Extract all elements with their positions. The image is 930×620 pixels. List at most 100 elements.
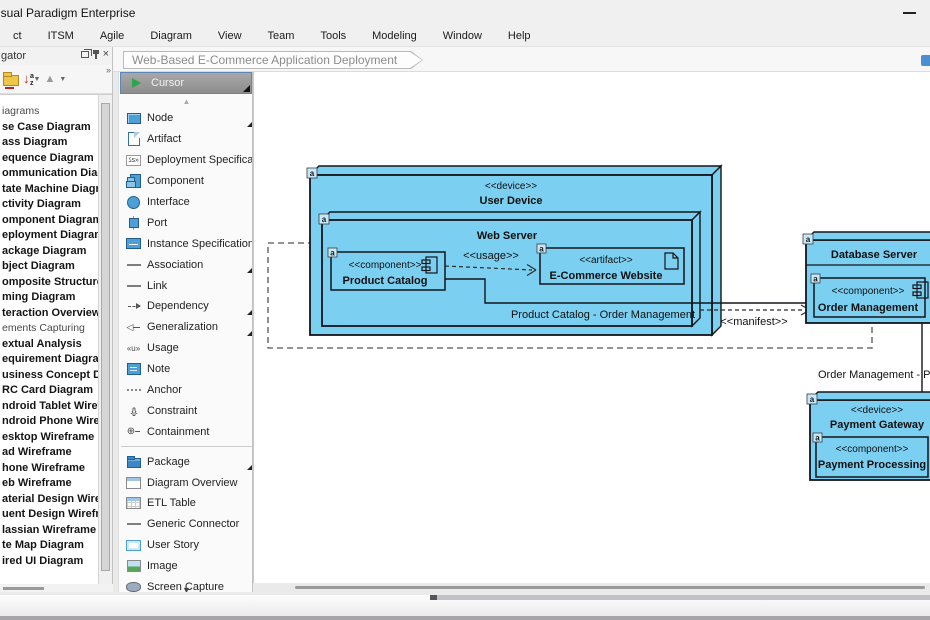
tab-strip-icon[interactable] — [921, 55, 930, 66]
canvas-horizontal-scrollbar[interactable] — [295, 586, 925, 589]
palette-tool[interactable]: Artifact — [119, 129, 253, 150]
palette-tool[interactable]: Dependency — [119, 296, 253, 317]
palette-tool[interactable]: Generic Connector — [119, 514, 253, 535]
cursor-icon — [129, 76, 144, 90]
diagram-type-item[interactable]: aterial Design Wireframe — [0, 492, 99, 508]
diagram-type-item[interactable]: ired UI Diagram — [0, 554, 99, 570]
menu-item[interactable]: Agile — [87, 30, 137, 42]
collapse-dropdown-icon[interactable]: ▼ — [59, 76, 66, 83]
svg-text:<<component>>: <<component>> — [349, 260, 422, 271]
palette-tool[interactable]: Usage — [119, 338, 253, 359]
tool-label: Package — [147, 456, 190, 468]
palette-tool[interactable]: User Story — [119, 535, 253, 556]
palette-tool[interactable]: Component — [119, 171, 253, 192]
diagram-type-item[interactable]: ndroid Phone Wireframe — [0, 414, 99, 430]
diagram-type-item[interactable]: ommunication Diagram — [0, 166, 99, 182]
menu-item[interactable]: ITSM — [35, 30, 87, 42]
palette-tool[interactable]: Package — [119, 451, 253, 472]
palette-tool[interactable]: Association — [119, 254, 253, 275]
collapse-icon[interactable]: ▲ — [44, 73, 55, 85]
diagram-type-item[interactable]: omposite Structure Diagram — [0, 275, 99, 291]
palette-items: Node Artifact Deployment Specification C… — [119, 108, 253, 592]
navigator-vertical-scrollbar[interactable] — [98, 94, 112, 584]
open-folder-icon[interactable] — [3, 75, 19, 86]
diagram-type-item[interactable]: equirement Diagram — [0, 352, 99, 368]
diagram-type-item[interactable]: iagrams — [0, 104, 99, 120]
diagram-type-item[interactable]: ackage Diagram — [0, 244, 99, 260]
diagram-type-item[interactable]: uent Design Wireframe — [0, 507, 99, 523]
diagram-type-item[interactable]: ad Wireframe — [0, 445, 99, 461]
tool-cursor[interactable]: Cursor — [120, 72, 252, 94]
navigator-horizontal-scrollbar[interactable] — [0, 584, 113, 592]
menu-item[interactable]: ct — [0, 30, 35, 42]
menu-item[interactable]: Diagram — [137, 30, 205, 42]
scrollbar-thumb[interactable] — [101, 103, 110, 571]
association-order-management-payment-processing[interactable]: Order Management - Pa — [818, 317, 930, 397]
palette-tool[interactable]: Containment — [119, 421, 253, 442]
diagram-type-item[interactable]: usiness Concept Diagram — [0, 368, 99, 384]
palette-tool[interactable]: Link — [119, 275, 253, 296]
diagram-type-item[interactable]: extual Analysis — [0, 337, 99, 353]
diagram-type-item[interactable]: eb Wireframe — [0, 476, 99, 492]
artifact-ecommerce-website[interactable]: <<artifact>> E-Commerce Website a — [537, 244, 684, 284]
scrollbar-thumb[interactable] — [3, 587, 44, 590]
close-panel-icon[interactable]: × — [103, 50, 109, 59]
palette-tool[interactable]: Deployment Specification — [119, 150, 253, 171]
component-product-catalog[interactable]: <<component>> Product Catalog a — [328, 248, 445, 290]
palette-tool[interactable]: Instance Specification — [119, 233, 253, 254]
component-payment-processing[interactable]: <<component>> Payment Processing a — [813, 433, 928, 477]
minimize-button[interactable] — [903, 12, 916, 14]
menu-item[interactable]: Tools — [307, 30, 359, 42]
float-panel-icon[interactable] — [81, 51, 89, 58]
menu-item[interactable]: Help — [495, 30, 544, 42]
palette-tool[interactable]: Constraint — [119, 400, 253, 421]
navigator-title: gator — [0, 50, 26, 62]
menu-item[interactable]: Modeling — [359, 30, 430, 42]
palette-tool[interactable]: Diagram Overview — [119, 472, 253, 493]
palette-tool[interactable]: ETL Table — [119, 493, 253, 514]
sort-icon[interactable]: ↓az — [23, 73, 30, 85]
menu-item[interactable]: Team — [255, 30, 308, 42]
diagram-type-item[interactable]: eployment Diagram — [0, 228, 99, 244]
menu-item[interactable]: Window — [430, 30, 495, 42]
diagram-type-item[interactable]: equence Diagram — [0, 151, 99, 167]
navigator-header: gator × — [0, 47, 112, 65]
palette-tool[interactable]: Node — [119, 108, 253, 129]
diagram-tab[interactable]: Web-Based E-Commerce Application Deploym… — [123, 51, 423, 69]
palette-scroll-up[interactable]: ▲ — [119, 95, 253, 108]
tool-label: Artifact — [147, 133, 181, 145]
toolbar-overflow-icon[interactable]: » — [106, 65, 110, 75]
palette-tool[interactable]: Generalization — [119, 317, 253, 338]
diagram-type-item[interactable]: tate Machine Diagram — [0, 182, 99, 198]
sort-dropdown-icon[interactable]: ▼ — [34, 76, 41, 83]
diagram-type-item[interactable]: ctivity Diagram — [0, 197, 99, 213]
palette-tool[interactable]: Interface — [119, 192, 253, 213]
diagram-type-item[interactable]: se Case Diagram — [0, 120, 99, 136]
diagram-type-item[interactable]: ements Capturing — [0, 321, 99, 337]
diagram-type-item[interactable]: esktop Wireframe — [0, 430, 99, 446]
pin-panel-icon[interactable] — [95, 50, 97, 59]
diagram-type-item[interactable]: ass Diagram — [0, 135, 99, 151]
diagram-type-item[interactable]: RC Card Diagram — [0, 383, 99, 399]
diagram-type-item[interactable]: lassian Wireframe — [0, 523, 99, 539]
palette-tool[interactable]: Image — [119, 556, 253, 577]
menu-item[interactable]: View — [205, 30, 255, 42]
diagram-type-item[interactable]: te Map Diagram — [0, 538, 99, 554]
diagram-type-item[interactable]: ming Diagram — [0, 290, 99, 306]
component-order-management[interactable]: <<component>> Order Management a — [811, 274, 928, 317]
palette-scroll-down[interactable]: ▼ — [119, 585, 253, 592]
diagram-type-item[interactable]: ndroid Tablet Wireframe — [0, 399, 99, 415]
navigator-toolbar: ↓az ▼ ▲ ▼ » — [0, 65, 112, 94]
diagram-type-item[interactable]: omponent Diagram — [0, 213, 99, 229]
node-icon — [126, 111, 141, 125]
diagram-type-item[interactable]: hone Wireframe — [0, 461, 99, 477]
diagram-type-item[interactable]: teraction Overview Diagram — [0, 306, 99, 322]
palette-tool[interactable]: Port — [119, 212, 253, 233]
diagram-type-item[interactable]: bject Diagram — [0, 259, 99, 275]
palette-tool[interactable]: Anchor — [119, 380, 253, 401]
bottom-scroll-band[interactable] — [430, 595, 930, 600]
tool-label: Note — [147, 363, 170, 375]
palette-tool[interactable]: Note — [119, 359, 253, 380]
tool-label: Deployment Specification — [147, 154, 253, 166]
diagram-canvas[interactable]: <<device>> User Device a Web Server a Pr… — [253, 72, 930, 583]
